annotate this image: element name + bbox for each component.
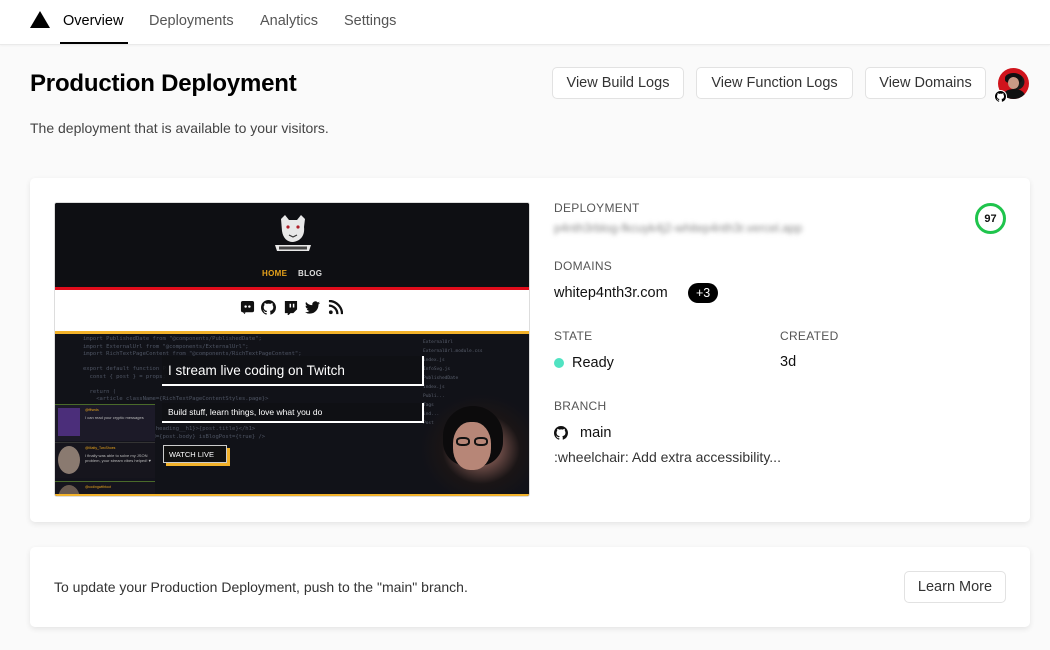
chat-username: @Matty_TwoShoes — [85, 446, 116, 450]
chat-avatar — [58, 446, 80, 474]
domains-label: DOMAINS — [554, 259, 613, 273]
watch-live-text: WATCH LIVE — [169, 450, 215, 459]
deployment-preview-screenshot[interactable]: HOME BLOG import PublishedDate from "@co… — [54, 202, 530, 497]
chat-avatar — [58, 408, 80, 436]
tab-deployments[interactable]: Deployments — [149, 13, 234, 29]
chat-message: @codingwithtoot — [55, 481, 155, 494]
view-domains-button[interactable]: View Domains — [865, 67, 986, 99]
lighthouse-score-badge[interactable]: 97 — [975, 203, 1006, 234]
webcam-face — [453, 422, 491, 470]
view-function-logs-button[interactable]: View Function Logs — [696, 67, 853, 99]
discord-icon — [240, 300, 255, 315]
github-icon — [994, 90, 1007, 103]
preview-bottom-border — [55, 494, 529, 496]
webcam-glasses-right — [474, 437, 488, 446]
preview-watch-live-button: WATCH LIVE — [163, 445, 227, 463]
deployment-label: DEPLOYMENT — [554, 201, 640, 215]
chat-text: I can read your cryptic messages — [85, 415, 144, 420]
avatar-face — [1008, 77, 1019, 89]
preview-banner-title: I stream live coding on Twitch — [162, 356, 424, 386]
twitch-icon — [284, 300, 298, 315]
learn-more-button[interactable]: Learn More — [904, 571, 1006, 603]
chat-message: @Matty_TwoShoes I finally was able to so… — [55, 442, 155, 478]
preview-site-header: HOME BLOG — [55, 203, 529, 287]
chat-message: @fffseds I can read your cryptic message… — [55, 405, 155, 441]
update-info-card: To update your Production Deployment, pu… — [30, 547, 1030, 627]
chat-username: @fffseds — [85, 408, 99, 412]
preview-hero-banner: import PublishedDate from "@components/P… — [55, 334, 529, 494]
production-deployment-card: HOME BLOG import PublishedDate from "@co… — [30, 178, 1030, 522]
panther-logo-icon — [275, 215, 311, 251]
chat-avatar — [58, 485, 80, 494]
banner-subtitle-text: Build stuff, learn things, love what you… — [168, 407, 323, 417]
branch-link[interactable]: main — [580, 425, 611, 441]
status-dot-icon — [554, 358, 564, 368]
state-label: STATE — [554, 329, 593, 343]
banner-title-text: I stream live coding on Twitch — [168, 363, 345, 378]
preview-banner-subtitle: Build stuff, learn things, love what you… — [162, 403, 424, 423]
domain-link[interactable]: whitep4nth3r.com — [554, 285, 668, 301]
preview-nav-blog: BLOG — [298, 269, 323, 278]
deployment-url-link[interactable]: p4nth3rblog-fkcuyk4j2-whitep4nth3r.verce… — [554, 221, 802, 235]
view-build-logs-button[interactable]: View Build Logs — [552, 67, 684, 99]
github-icon — [261, 300, 276, 315]
twitter-icon — [305, 301, 320, 314]
vercel-logo-icon[interactable] — [30, 11, 50, 28]
top-nav: Overview Deployments Analytics Settings — [0, 0, 1050, 45]
chat-username: @codingwithtoot — [85, 485, 111, 489]
tab-analytics[interactable]: Analytics — [260, 13, 318, 29]
tab-settings[interactable]: Settings — [344, 13, 396, 29]
more-domains-badge[interactable]: +3 — [688, 283, 719, 303]
rss-icon — [328, 300, 343, 315]
chat-overlay: @fffseds I can read your cryptic message… — [55, 404, 155, 494]
active-tab-indicator — [60, 42, 128, 44]
update-info-text: To update your Production Deployment, pu… — [54, 579, 468, 595]
commit-message-link[interactable]: :wheelchair: Add extra accessibility... — [554, 449, 781, 465]
github-icon — [554, 426, 568, 440]
webcam-glasses-left — [456, 437, 470, 446]
tab-overview[interactable]: Overview — [63, 13, 123, 29]
chat-text: I finally was able to solve my JSON prob… — [85, 453, 151, 463]
page-title: Production Deployment — [30, 70, 297, 97]
created-label: CREATED — [780, 329, 839, 343]
created-value: 3d — [780, 354, 797, 370]
branch-label: BRANCH — [554, 399, 607, 413]
state-value: Ready — [572, 355, 614, 371]
preview-nav-home: HOME — [262, 269, 288, 278]
page-subtitle: The deployment that is available to your… — [30, 120, 329, 136]
